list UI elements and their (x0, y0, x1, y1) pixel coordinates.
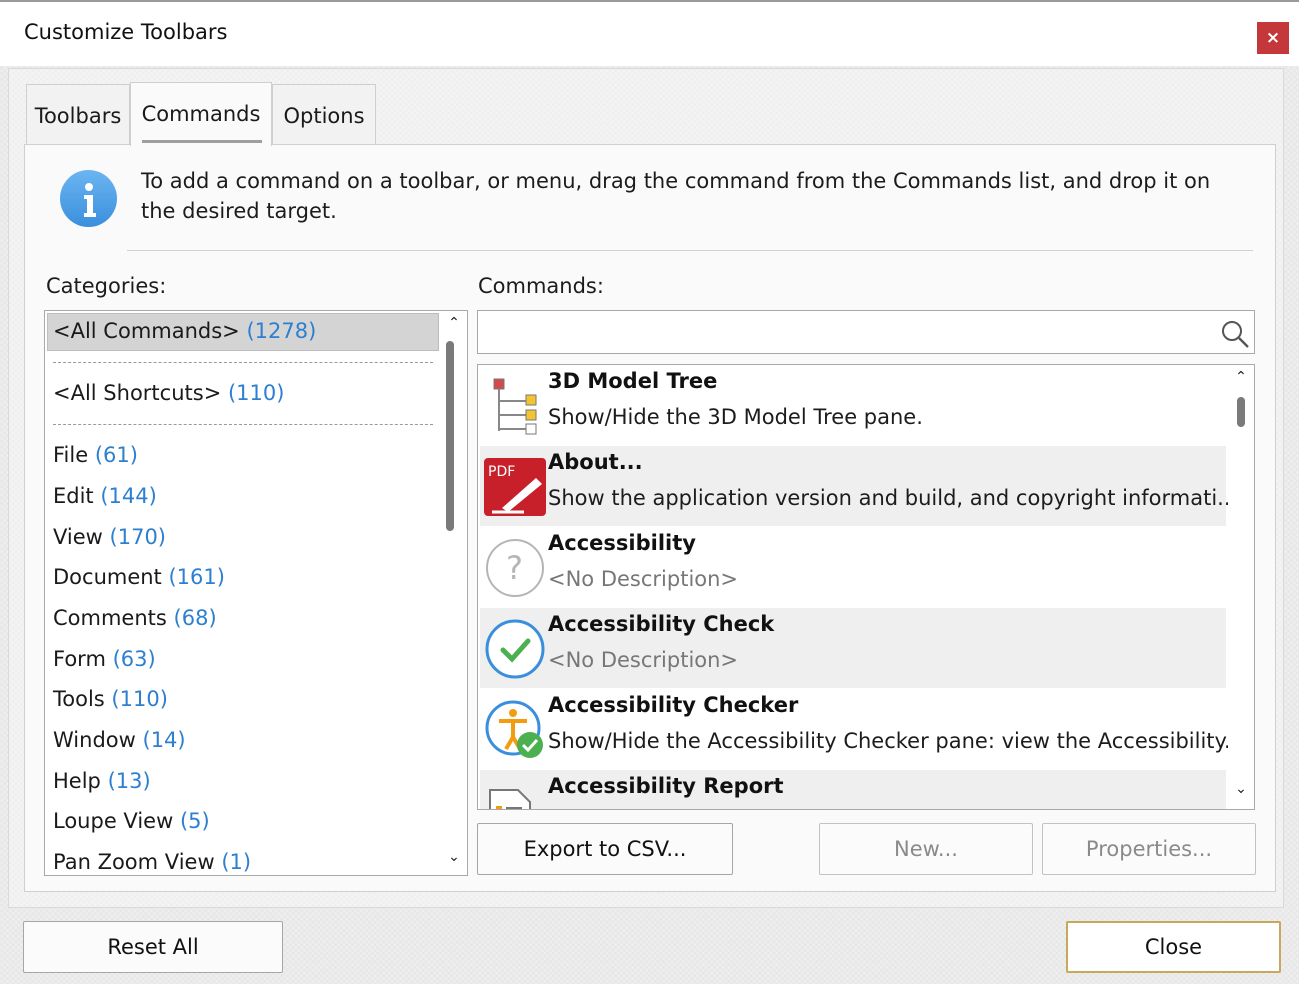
scroll-up-icon[interactable]: ⌃ (441, 315, 467, 331)
export-csv-button[interactable]: Export to CSV... (477, 823, 733, 875)
category-loupe-view[interactable]: Loupe View (5) (53, 809, 210, 833)
command-item[interactable]: ? Accessibility <No Description> (480, 527, 1226, 607)
command-name: Accessibility Report (548, 774, 784, 798)
command-name: Accessibility (548, 531, 696, 555)
command-name: Accessibility Check (548, 612, 775, 636)
question-icon: ? (486, 539, 544, 597)
categories-list[interactable]: <All Commands> (1278) <All Shortcuts> (1… (44, 310, 468, 876)
tab-commands-label: Commands (141, 102, 261, 126)
tab-toolbars[interactable]: Toolbars (26, 84, 130, 144)
tab-commands[interactable]: Commands (130, 82, 272, 146)
category-pan-zoom-view[interactable]: Pan Zoom View (1) (53, 850, 251, 874)
category-document[interactable]: Document (161) (53, 565, 225, 589)
category-divider (53, 362, 433, 363)
search-input[interactable] (484, 317, 1208, 349)
category-tools[interactable]: Tools (110) (53, 687, 168, 711)
scroll-down-icon[interactable]: ⌄ (1228, 781, 1254, 797)
close-icon: × (1265, 28, 1281, 48)
window-title: Customize Toolbars (24, 20, 228, 44)
report-icon (489, 789, 531, 809)
close-button[interactable]: Close (1066, 921, 1281, 973)
tab-toolbars-label: Toolbars (34, 104, 122, 128)
commands-label: Commands: (478, 274, 604, 298)
command-description: <No Description> (548, 648, 739, 672)
command-item[interactable]: PDF About... Show the application versio… (480, 446, 1237, 526)
info-message: To add a command on a toolbar, or menu, … (141, 169, 1211, 223)
command-description: <No Description> (548, 567, 739, 591)
categories-scrollbar[interactable]: ⌃ ⌄ (441, 311, 467, 875)
scroll-up-icon[interactable]: ⌃ (1228, 369, 1254, 385)
scroll-thumb[interactable] (446, 341, 454, 531)
commands-list[interactable]: 3D Model Tree Show/Hide the 3D Model Tre… (477, 364, 1255, 810)
properties-button[interactable]: Properties... (1042, 823, 1256, 875)
active-tab-indicator (142, 140, 262, 143)
tab-options-label: Options (283, 104, 365, 128)
check-circle-icon (485, 619, 545, 679)
tab-options[interactable]: Options (272, 84, 376, 144)
command-item[interactable]: 3D Model Tree Show/Hide the 3D Model Tre… (480, 365, 1226, 445)
command-name: Accessibility Checker (548, 693, 799, 717)
command-name: About... (548, 450, 643, 474)
category-view[interactable]: View (170) (53, 525, 166, 549)
search-icon[interactable] (1220, 319, 1250, 349)
category-edit[interactable]: Edit (144) (53, 484, 157, 508)
scroll-down-icon[interactable]: ⌄ (441, 849, 467, 865)
svg-text:PDF: PDF (488, 464, 515, 480)
pdf-about-icon: PDF (484, 458, 546, 516)
reset-all-button[interactable]: Reset All (23, 921, 283, 973)
command-description: Show/Hide the 3D Model Tree pane. (548, 405, 923, 429)
close-window-button[interactable]: × (1257, 22, 1289, 54)
category-window[interactable]: Window (14) (53, 728, 186, 752)
command-item[interactable]: Accessibility Check <No Description> (480, 608, 1226, 688)
svg-text:?: ? (506, 549, 523, 587)
categories-label: Categories: (46, 274, 167, 298)
info-icon (60, 170, 117, 227)
separator (127, 250, 1253, 251)
commands-scrollbar[interactable]: ⌃ ⌄ (1228, 365, 1254, 809)
category-all-shortcuts[interactable]: <All Shortcuts> (110) (53, 381, 284, 405)
accessibility-checker-icon (485, 700, 543, 758)
category-help[interactable]: Help (13) (53, 769, 151, 793)
command-description: Show the application version and build, … (548, 486, 1238, 510)
command-item[interactable]: Accessibility Checker Show/Hide the Acce… (480, 689, 1244, 769)
category-comments[interactable]: Comments (68) (53, 606, 217, 630)
command-description: Show/Hide the Accessibility Checker pane… (548, 729, 1245, 753)
command-item[interactable]: Accessibility Report (480, 770, 1226, 809)
category-file[interactable]: File (61) (53, 443, 138, 467)
command-name: 3D Model Tree (548, 369, 718, 393)
category-form[interactable]: Form (63) (53, 647, 156, 671)
scroll-thumb[interactable] (1237, 397, 1245, 427)
search-box[interactable] (477, 310, 1255, 354)
category-divider (53, 424, 433, 425)
category-all-commands[interactable]: <All Commands> (1278) (53, 319, 316, 343)
new-command-button[interactable]: New... (819, 823, 1033, 875)
3d-model-tree-icon (493, 378, 537, 435)
